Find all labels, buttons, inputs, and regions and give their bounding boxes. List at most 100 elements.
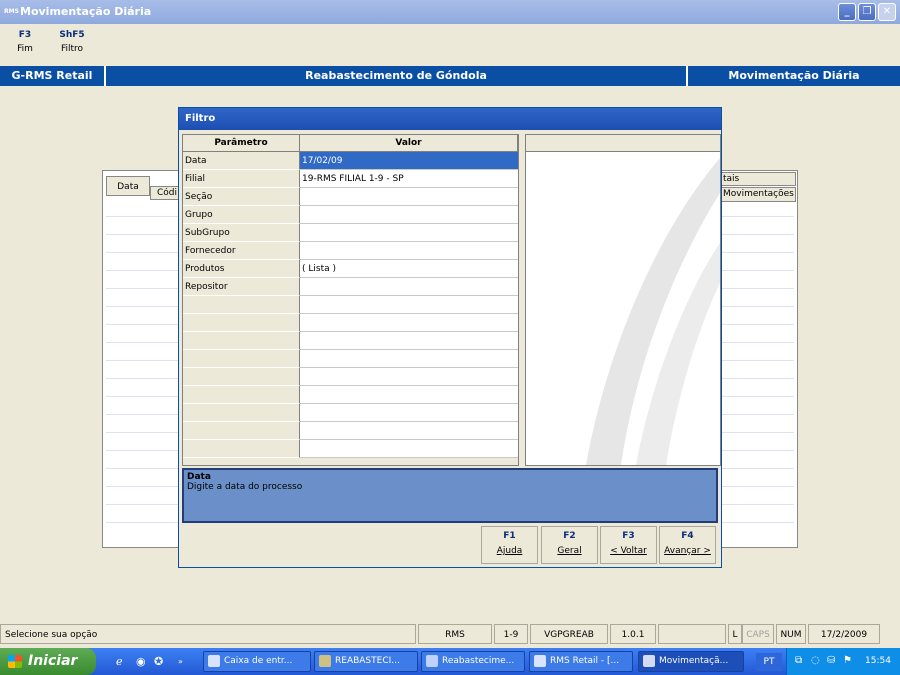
parameter-grid: Parâmetro Valor Data 17/02/09 Filial 19-… <box>182 134 519 466</box>
value-cell <box>300 350 518 368</box>
value-cell[interactable] <box>300 242 518 260</box>
param-cell: Repositor <box>183 278 300 296</box>
param-cell <box>183 404 300 422</box>
app-icon: RMS <box>4 8 19 15</box>
value-cell[interactable]: 17/02/09 <box>300 152 518 170</box>
value-cell <box>300 404 518 422</box>
filter-dialog: Filtro Parâmetro Valor Data 17/02/09 Fil… <box>178 107 722 568</box>
start-button[interactable]: Iniciar <box>0 648 96 675</box>
value-cell[interactable] <box>300 278 518 296</box>
voltar-label: < Voltar <box>610 546 647 556</box>
task-movimentacao[interactable]: Movimentaçã... <box>638 651 744 672</box>
language-indicator[interactable]: PT <box>756 653 782 671</box>
param-cell: Data <box>183 152 300 170</box>
status-num: NUM <box>776 624 806 644</box>
avancar-button[interactable]: F4 Avançar > <box>659 526 716 564</box>
param-cell: Produtos <box>183 260 300 278</box>
watermark-logo <box>586 158 720 465</box>
fkey-filtro[interactable]: ShF5 Filtro <box>56 30 88 54</box>
task-label: RMS Retail - [... <box>550 656 620 666</box>
avancar-label: Avançar > <box>664 546 711 556</box>
param-cell <box>183 386 300 404</box>
bg-col-data: Data <box>106 176 150 196</box>
status-date: 17/2/2009 <box>808 624 880 644</box>
word-icon <box>426 655 438 667</box>
chevron-right-icon[interactable]: » <box>178 653 183 671</box>
param-cell <box>183 440 300 458</box>
value-cell <box>300 314 518 332</box>
status-l: L <box>728 624 742 644</box>
param-cell: SubGrupo <box>183 224 300 242</box>
minimize-button[interactable]: _ <box>838 3 856 21</box>
dialog-title: Filtro <box>179 108 721 130</box>
value-cell <box>300 368 518 386</box>
preview-panel <box>525 134 721 466</box>
fkey-filtro-label: Filtro <box>60 44 84 54</box>
value-cell[interactable] <box>300 206 518 224</box>
param-cell: Fornecedor <box>183 242 300 260</box>
header-band: G-RMS Retail Reabastecimento de Góndola … <box>0 66 900 86</box>
fkey-filtro-key: ShF5 <box>59 30 85 40</box>
param-cell <box>183 350 300 368</box>
rms-icon <box>643 655 655 667</box>
value-cell <box>300 386 518 404</box>
ajuda-key: F1 <box>503 531 516 541</box>
header-system: G-RMS Retail <box>11 69 93 82</box>
quicklaunch-bar: ℯ ◉ ✪ » <box>104 653 192 671</box>
task-label: Movimentaçã... <box>659 656 729 666</box>
value-cell <box>300 440 518 458</box>
status-filial: 1-9 <box>494 624 528 644</box>
browser-icon[interactable]: ✪ <box>154 653 163 671</box>
ajuda-button[interactable]: F1 Ajuda <box>481 526 538 564</box>
close-button[interactable]: ✕ <box>878 3 896 21</box>
outlook-icon[interactable]: ◉ <box>136 653 146 671</box>
grid-header-param: Parâmetro <box>183 135 300 152</box>
help-title: Data <box>187 472 211 482</box>
status-version: 1.0.1 <box>610 624 656 644</box>
task-reabastecime-doc[interactable]: Reabastecime... <box>421 651 525 672</box>
window-title: Movimentação Diária <box>20 5 152 18</box>
task-caixa-entrada[interactable]: Caixa de entr... <box>203 651 311 672</box>
network-icon[interactable]: ⧉ <box>795 655 802 666</box>
header-screen: Movimentação Diária <box>728 69 860 82</box>
system-tray: ⧉ ◌ ⛁ ⚑ 15:54 <box>786 648 900 675</box>
geral-label: Geral <box>557 546 582 556</box>
status-blank <box>658 624 726 644</box>
bg-col-codigo: Códi <box>150 186 180 200</box>
windows-logo-icon <box>8 655 22 668</box>
value-cell <box>300 332 518 350</box>
task-reabasteci-folder[interactable]: REABASTECI... <box>314 651 418 672</box>
rms-icon <box>534 655 546 667</box>
value-cell[interactable]: ( Lista ) <box>300 260 518 278</box>
bg-col-movimentacoes: Movimentações <box>720 187 796 202</box>
messenger-icon[interactable]: ⚑ <box>843 655 852 666</box>
value-cell <box>300 422 518 440</box>
geral-button[interactable]: F2 Geral <box>541 526 598 564</box>
fkey-fim[interactable]: F3 Fim <box>12 30 38 54</box>
rms-tray-icon[interactable]: ⛁ <box>827 655 835 666</box>
voltar-button[interactable]: F3 < Voltar <box>600 526 657 564</box>
param-cell: Grupo <box>183 206 300 224</box>
geral-key: F2 <box>563 531 576 541</box>
help-text: Digite a data do processo <box>187 482 303 492</box>
antivirus-icon[interactable]: ◌ <box>811 655 820 666</box>
grid-header-value: Valor <box>300 135 518 152</box>
param-cell: Seção <box>183 188 300 206</box>
status-system: RMS <box>418 624 492 644</box>
value-cell <box>300 296 518 314</box>
clock: 15:54 <box>865 656 891 666</box>
value-cell[interactable]: 19-RMS FILIAL 1-9 - SP <box>300 170 518 188</box>
bg-col-totais: tais <box>720 172 796 186</box>
param-cell <box>183 332 300 350</box>
value-cell[interactable] <box>300 224 518 242</box>
preview-header <box>526 135 720 152</box>
folder-icon <box>319 655 331 667</box>
help-box: Data Digite a data do processo <box>182 468 718 523</box>
param-cell <box>183 422 300 440</box>
value-cell[interactable] <box>300 188 518 206</box>
task-rms-retail[interactable]: RMS Retail - [... <box>529 651 633 672</box>
param-cell <box>183 314 300 332</box>
restore-button[interactable]: ❐ <box>858 3 876 21</box>
status-message: Selecione sua opção <box>0 624 416 644</box>
ie-icon[interactable]: ℯ <box>116 653 123 671</box>
